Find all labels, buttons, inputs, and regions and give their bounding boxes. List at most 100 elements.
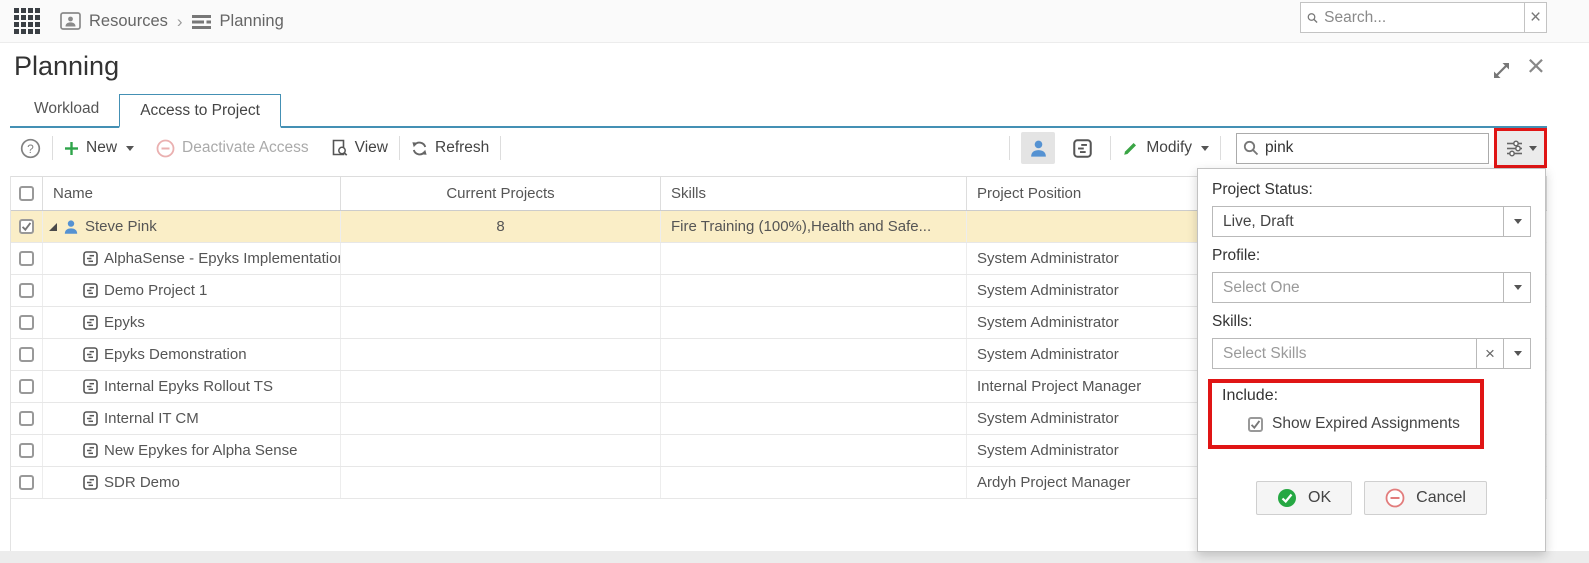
deactivate-access-button[interactable]: Deactivate Access: [156, 139, 309, 158]
project-icon: [83, 315, 98, 330]
current-projects-cell: [341, 371, 661, 402]
refresh-button[interactable]: Refresh: [411, 139, 489, 157]
chevron-down-icon: [1514, 219, 1522, 224]
chevron-down-icon: [1514, 351, 1522, 356]
clear-skills-icon[interactable]: ×: [1476, 339, 1503, 368]
dropdown-trigger[interactable]: [1503, 273, 1530, 302]
row-checkbox[interactable]: [19, 283, 34, 298]
global-search-input[interactable]: [1318, 8, 1525, 27]
chevron-down-icon: [1528, 145, 1537, 151]
row-checkbox[interactable]: [19, 315, 34, 330]
header-checkbox-cell: [11, 177, 43, 210]
expand-panel-icon[interactable]: [1491, 60, 1512, 81]
row-checkbox[interactable]: [19, 379, 34, 394]
filter-buttons: OK Cancel: [1212, 481, 1531, 515]
tab-access-label: Access to Project: [140, 101, 260, 119]
ok-button[interactable]: OK: [1256, 481, 1353, 515]
pencil-icon: [1124, 142, 1137, 155]
show-expired-label: Show Expired Assignments: [1272, 415, 1460, 432]
project-name-cell: SDR Demo: [43, 467, 341, 498]
project-view-icon: [1073, 138, 1092, 158]
parent-row-checkbox[interactable]: [19, 219, 34, 234]
current-projects-cell: [341, 435, 661, 466]
current-projects-cell: [341, 243, 661, 274]
table-search-box: [1236, 132, 1489, 164]
row-checkbox[interactable]: [19, 411, 34, 426]
breadcrumb-resources-label: Resources: [89, 12, 168, 30]
header-name[interactable]: Name: [43, 177, 341, 210]
close-panel-icon[interactable]: ×: [1527, 50, 1545, 81]
cancel-button-label: Cancel: [1416, 489, 1466, 506]
resource-name: Steve Pink: [85, 218, 157, 235]
person-icon: [1030, 140, 1046, 157]
project-name-cell: AlphaSense - Epyks Implementation: [43, 243, 341, 274]
current-projects-cell: [341, 307, 661, 338]
profile-select[interactable]: Select One: [1212, 272, 1531, 303]
project-status-label: Project Status:: [1212, 181, 1313, 198]
view-button[interactable]: View: [331, 139, 388, 157]
row-checkbox-cell: [11, 307, 43, 338]
header-skills[interactable]: Skills: [661, 177, 967, 210]
breadcrumb-planning[interactable]: Planning: [191, 12, 284, 31]
dropdown-trigger[interactable]: [1503, 339, 1530, 368]
planning-icon: [191, 14, 211, 29]
row-checkbox-cell: [11, 435, 43, 466]
tab-workload[interactable]: Workload: [14, 92, 119, 126]
page-title: Planning: [14, 51, 120, 81]
project-name: AlphaSense - Epyks Implementation: [104, 250, 340, 267]
toolbar-separator: [399, 136, 400, 160]
header-current-projects-label: Current Projects: [446, 185, 555, 202]
chevron-down-icon: [1514, 285, 1522, 290]
dropdown-trigger[interactable]: [1503, 207, 1530, 236]
new-button[interactable]: New: [64, 139, 135, 157]
skills-select[interactable]: Select Skills ×: [1212, 338, 1531, 369]
chevron-down-icon: [1201, 145, 1209, 151]
breadcrumb-resources[interactable]: Resources: [60, 12, 168, 31]
app-launcher-icon[interactable]: [14, 8, 41, 35]
select-all-checkbox[interactable]: [19, 186, 34, 201]
tab-workload-label: Workload: [34, 100, 100, 117]
project-view-button[interactable]: [1065, 132, 1099, 164]
header-current-projects[interactable]: Current Projects: [341, 177, 661, 210]
tree-expanded-icon[interactable]: [49, 222, 57, 231]
resource-view-button[interactable]: [1021, 132, 1056, 164]
current-projects-cell: 8: [341, 211, 661, 242]
help-button[interactable]: ?: [20, 138, 41, 159]
row-checkbox[interactable]: [19, 251, 34, 266]
filter-sliders-icon: [1506, 140, 1522, 156]
toolbar-separator: [1220, 136, 1221, 160]
cancel-button[interactable]: Cancel: [1364, 481, 1487, 515]
row-checkbox[interactable]: [19, 347, 34, 362]
project-status-select[interactable]: Live, Draft: [1212, 206, 1531, 237]
check-icon: [21, 222, 32, 232]
project-name: Internal IT CM: [104, 410, 199, 427]
row-checkbox[interactable]: [19, 443, 34, 458]
modify-button[interactable]: Modify: [1122, 139, 1209, 157]
table-search-input[interactable]: [1259, 139, 1488, 157]
project-icon: [83, 251, 98, 266]
row-checkbox-cell: [11, 371, 43, 402]
show-expired-checkbox[interactable]: [1248, 416, 1263, 432]
project-name: SDR Demo: [104, 474, 180, 491]
chevron-down-icon: [126, 145, 135, 151]
bottom-strip: [0, 551, 1589, 563]
profile-placeholder: Select One: [1223, 278, 1300, 296]
skills-cell: [661, 435, 967, 466]
project-name-cell: Internal Epyks Rollout TS: [43, 371, 341, 402]
project-icon: [83, 411, 98, 426]
toolbar: ? New Deactivate Access View Refresh Mod…: [10, 128, 1547, 168]
filter-options-button[interactable]: [1497, 131, 1544, 165]
project-icon: [83, 475, 98, 490]
toolbar-separator: [1009, 136, 1011, 160]
deactivate-access-label: Deactivate Access: [182, 139, 309, 156]
show-expired-row[interactable]: Show Expired Assignments: [1248, 415, 1480, 433]
ok-button-label: OK: [1308, 489, 1332, 506]
global-search-clear-icon[interactable]: ×: [1524, 3, 1546, 32]
project-icon: [83, 347, 98, 362]
tab-access-to-project[interactable]: Access to Project: [119, 94, 281, 128]
row-checkbox[interactable]: [19, 475, 34, 490]
project-icon: [83, 283, 98, 298]
project-name-cell: Internal IT CM: [43, 403, 341, 434]
view-button-label: View: [354, 139, 388, 156]
breadcrumb: Resources › Planning: [60, 0, 284, 43]
